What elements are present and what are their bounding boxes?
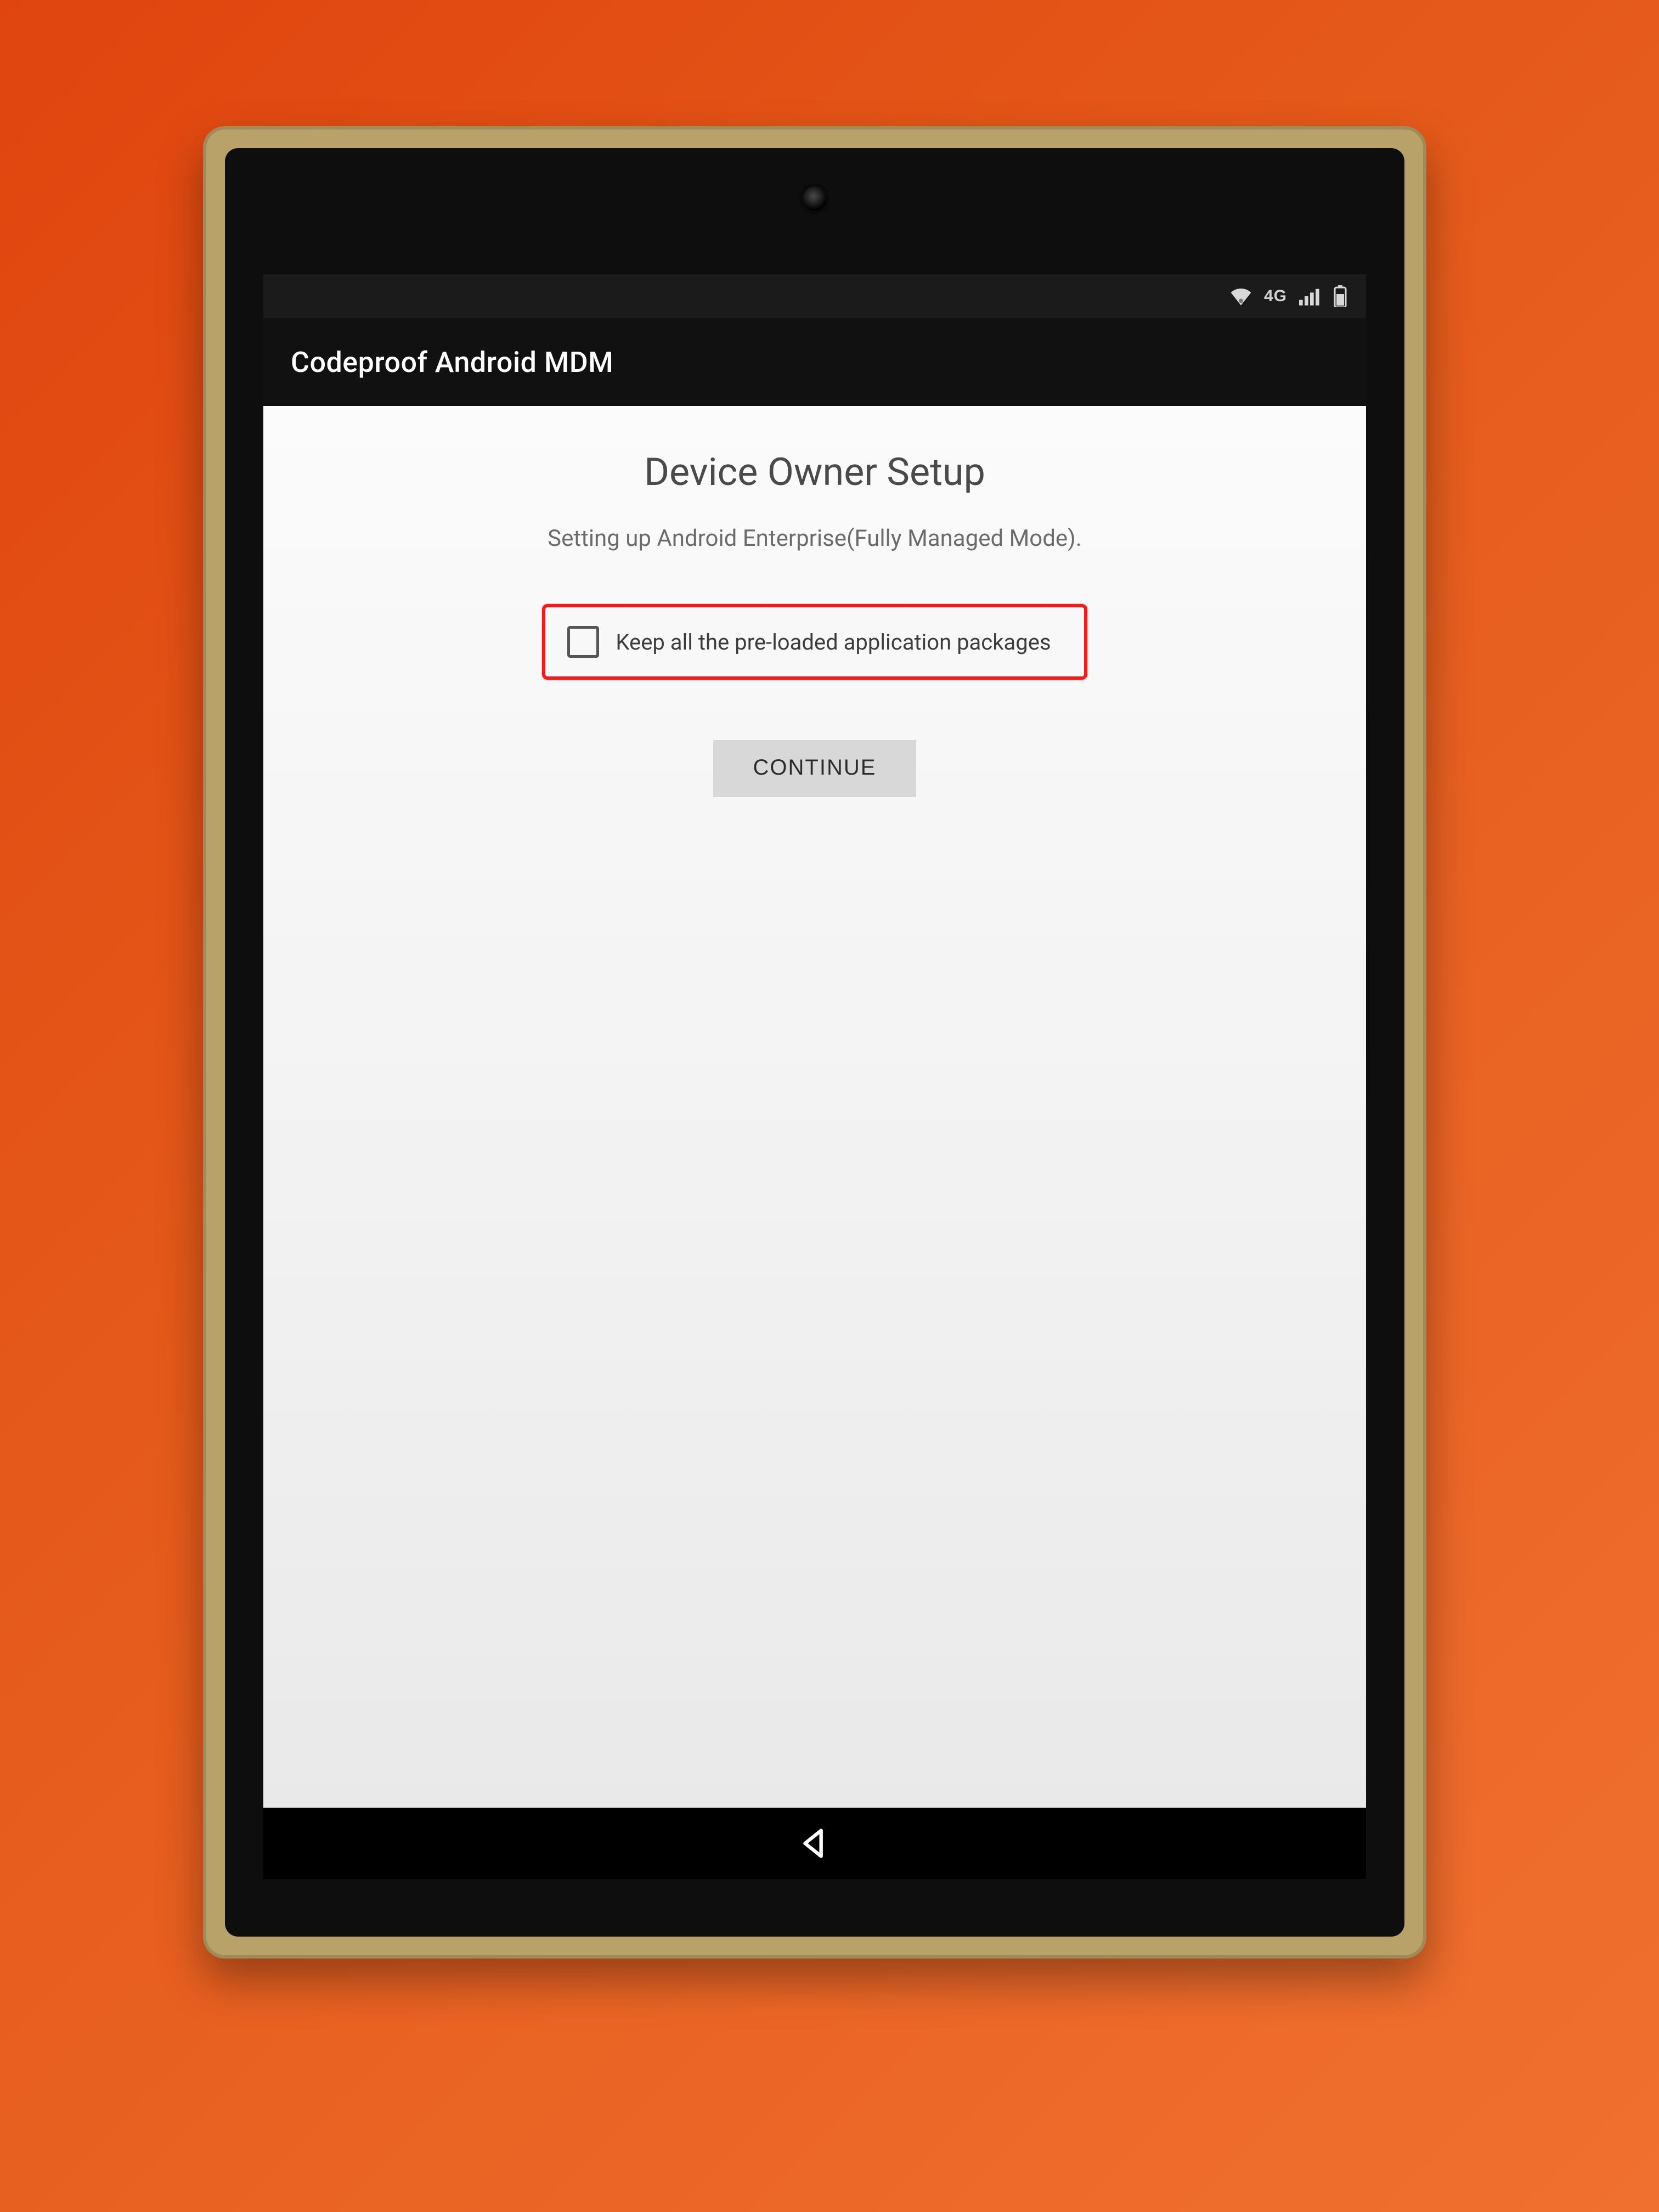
status-bar: 4G <box>263 274 1366 318</box>
tablet-bezel: 4G <box>225 148 1404 1937</box>
keep-preloaded-checkbox[interactable] <box>567 626 599 658</box>
navigation-bar <box>263 1808 1366 1879</box>
cellular-signal-icon <box>1299 287 1321 306</box>
front-camera <box>803 187 827 211</box>
network-type-label: 4G <box>1264 287 1287 306</box>
content-area: Device Owner Setup Setting up Android En… <box>263 406 1366 1810</box>
photo-scene: 4G <box>0 0 1659 2212</box>
continue-button[interactable]: CONTINUE <box>713 740 916 795</box>
page-subtitle: Setting up Android Enterprise(Fully Mana… <box>548 525 1082 552</box>
back-icon[interactable] <box>795 1824 834 1863</box>
app-bar-title: Codeproof Android MDM <box>291 346 613 379</box>
battery-icon <box>1333 285 1347 307</box>
tablet-shell: 4G <box>203 126 1426 1959</box>
screen: 4G <box>263 274 1366 1810</box>
app-bar: Codeproof Android MDM <box>263 318 1366 406</box>
wifi-icon <box>1230 287 1252 306</box>
keep-preloaded-label[interactable]: Keep all the pre-loaded application pack… <box>616 629 1051 655</box>
page-title: Device Owner Setup <box>644 450 985 495</box>
annotation-highlight: Keep all the pre-loaded application pack… <box>542 604 1087 680</box>
